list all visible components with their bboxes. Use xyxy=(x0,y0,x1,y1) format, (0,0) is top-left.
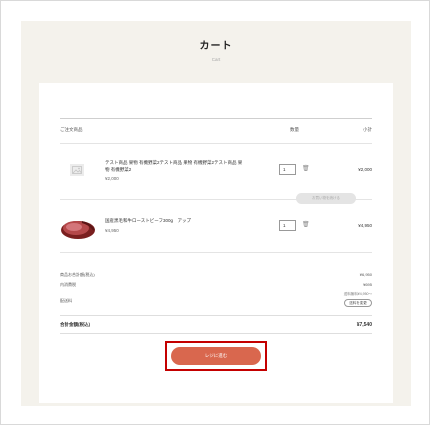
summary-shipping: 配送料 送料無料¥4,950〜 送料を変更 xyxy=(60,292,372,307)
column-product: ご注文商品 xyxy=(60,127,83,132)
placeholder-image-icon xyxy=(70,164,84,176)
table-header: ご注文商品 数量 小計 xyxy=(60,118,372,132)
divider xyxy=(60,333,372,334)
product-unit-price: ¥2,000 xyxy=(105,176,119,181)
summary-total: 合計金額(税込) ¥7,540 xyxy=(60,322,372,328)
total-value: ¥7,540 xyxy=(356,322,372,328)
page-subtitle: Cart xyxy=(211,57,221,62)
continue-shopping-button[interactable]: お買い物を続ける xyxy=(296,193,356,204)
product-name[interactable]: 国産黒毛和牛ローストビーフ300g アップ xyxy=(105,217,265,224)
cart-row: 国産黒毛和牛ローストビーフ300g アップ ¥4,950 1 🗑 ¥4,950 xyxy=(60,199,372,253)
line-total: ¥4,950 xyxy=(358,223,372,228)
page-title: カート xyxy=(199,41,233,52)
checkout-button[interactable]: レジに進む xyxy=(171,347,261,365)
summary-merchandise: 商品お合計額(税込) ¥6,950 xyxy=(60,272,372,278)
column-quantity: 数量 xyxy=(290,127,299,132)
trash-icon[interactable]: 🗑 xyxy=(302,165,310,172)
screenshot-frame: カート Cart ご注文商品 数量 小計 テスト商品 果物 有機野菜2テスト商品… xyxy=(0,0,430,425)
cart-row: テスト商品 果物 有機野菜2テスト商品 果物 有機野菜2テスト商品 果物 有機野… xyxy=(60,143,372,199)
summary-value: ¥6,950 xyxy=(359,272,372,277)
quantity-input[interactable]: 1 xyxy=(279,220,296,231)
column-subtotal: 小計 xyxy=(363,127,372,132)
product-name[interactable]: テスト商品 果物 有機野菜2テスト商品 果物 有機野菜2テスト商品 果物 有機野… xyxy=(105,159,245,173)
summary-tax: 内消費税 ¥695 xyxy=(60,282,372,288)
total-label: 合計金額(税込) xyxy=(60,322,90,327)
summary-label: 内消費税 xyxy=(60,282,76,287)
summary-value: ¥695 xyxy=(363,282,372,287)
quantity-input[interactable]: 1 xyxy=(279,164,296,175)
roast-beef-photo xyxy=(61,221,95,239)
trash-icon[interactable]: 🗑 xyxy=(302,221,310,228)
divider xyxy=(60,315,372,316)
shipping-note: 送料無料¥4,950〜 xyxy=(343,292,372,296)
summary-label: 商品お合計額(税込) xyxy=(60,272,95,277)
change-shipping-button[interactable]: 送料を変更 xyxy=(344,299,372,307)
line-total: ¥2,000 xyxy=(358,167,372,172)
summary-label: 配送料 xyxy=(60,298,72,303)
product-unit-price: ¥4,950 xyxy=(105,228,119,233)
page-header: カート Cart xyxy=(21,21,411,83)
